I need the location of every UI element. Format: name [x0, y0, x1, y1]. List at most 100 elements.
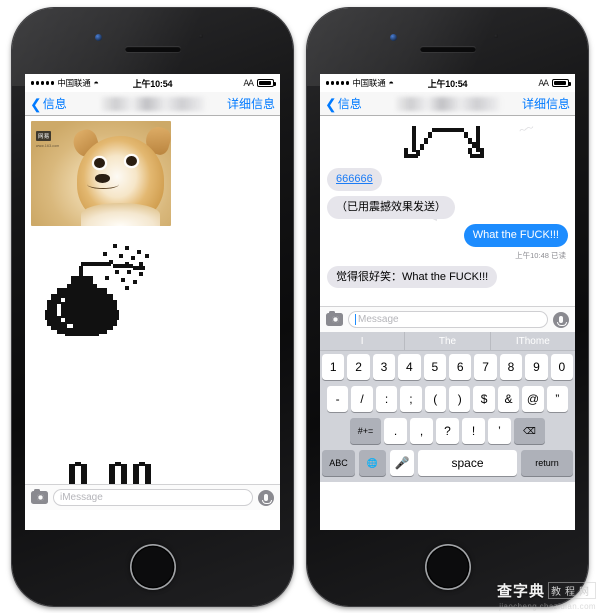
key-symbols-shift[interactable]: #+=: [350, 418, 381, 444]
key-apostrophe[interactable]: ’: [488, 418, 511, 444]
microphone-icon[interactable]: [553, 311, 569, 328]
key-7[interactable]: 7: [474, 354, 497, 380]
key-9[interactable]: 9: [525, 354, 548, 380]
carrier-label: 中国联通: [57, 78, 91, 88]
wifi-icon: ◓: [388, 77, 394, 88]
outgoing-bubble[interactable]: What the FUCK!!!: [463, 223, 568, 247]
bomb-emoji[interactable]: [37, 242, 155, 338]
navigation-bar: ❮ 信息 详细信息: [25, 92, 280, 116]
key-abc[interactable]: ABC: [322, 450, 355, 476]
camera-icon[interactable]: [31, 488, 48, 504]
battery-icon: [257, 79, 276, 87]
delete-key-icon[interactable]: ⌫: [514, 418, 545, 444]
key-6[interactable]: 6: [449, 354, 472, 380]
text-caret: [355, 314, 356, 325]
status-bar-clock: 上午10:54: [427, 78, 468, 89]
key-at[interactable]: @: [522, 386, 544, 412]
cutoff-graphic[interactable]: [57, 454, 177, 484]
back-button[interactable]: ❮ 信息: [325, 95, 362, 112]
earpiece-speaker: [124, 46, 181, 52]
back-button[interactable]: ❮ 信息: [30, 95, 67, 112]
watermark-row: 查字典 教程网: [497, 580, 596, 601]
key-8[interactable]: 8: [499, 354, 523, 380]
key-exclamation[interactable]: !: [462, 418, 485, 444]
conversation-title-redacted: [100, 96, 205, 111]
left-phone: 中国联通 ◓ 上午10:54 Ꜳ ❮ 信息 详细信息 网易 www.163.co…: [12, 8, 293, 606]
doge-eye-left: [94, 157, 105, 168]
watermark-brand: 查字典: [496, 583, 545, 600]
message-row: （已用震撼效果发送）: [327, 195, 568, 219]
key-question[interactable]: ?: [436, 418, 459, 444]
doge-chest: [81, 202, 160, 226]
imessage-input[interactable]: iMessage: [53, 489, 253, 506]
key-paren-close[interactable]: ): [449, 386, 471, 412]
prediction-2[interactable]: The: [405, 331, 491, 351]
signal-strength-icon: [31, 81, 55, 85]
microphone-icon[interactable]: [258, 489, 274, 506]
key-quote[interactable]: ”: [546, 386, 569, 412]
back-button-label: 信息: [42, 97, 67, 111]
bluetooth-icon: Ꜳ: [538, 77, 549, 88]
screenshot-stage: 中国联通 ◓ 上午10:54 Ꜳ ❮ 信息 详细信息 网易 www.163.co…: [0, 0, 600, 613]
status-bar: 中国联通 ◓ 上午10:54 Ꜳ: [25, 74, 280, 92]
status-bar-clock: 上午10:54: [132, 78, 173, 89]
message-input[interactable]: Message: [348, 311, 548, 328]
key-1[interactable]: 1: [321, 354, 345, 380]
wifi-icon: ◓: [93, 77, 99, 88]
prediction-1[interactable]: I: [320, 331, 406, 351]
key-return[interactable]: return: [521, 450, 573, 476]
photo-watermark-box: 网易: [36, 131, 52, 141]
doge-eye-right: [126, 155, 137, 166]
home-button[interactable]: [129, 544, 176, 590]
key-4[interactable]: 4: [398, 354, 421, 380]
key-dollar[interactable]: $: [473, 386, 495, 412]
details-button[interactable]: 详细信息: [227, 95, 275, 112]
keyboard-row-punctuation: #+= . , ? ! ’ ⌫: [320, 415, 575, 447]
key-2[interactable]: 2: [347, 354, 370, 380]
message-link[interactable]: 666666: [336, 173, 373, 185]
right-phone: 中国联通 ◓ 上午10:54 Ꜳ ❮ 信息 详细信息 〜〜 666666 （已用…: [307, 8, 588, 606]
back-button-label: 信息: [337, 97, 362, 111]
key-paren-open[interactable]: (: [424, 386, 446, 412]
conversation-title-redacted: [395, 96, 500, 111]
key-3[interactable]: 3: [372, 354, 396, 380]
camera-icon[interactable]: [326, 310, 343, 326]
message-row: 觉得很好笑：What the FUCK!!!: [327, 265, 568, 289]
key-slash[interactable]: /: [351, 386, 373, 412]
doge-photo-attachment[interactable]: 网易 www.163.com: [31, 121, 171, 226]
earpiece-speaker: [419, 46, 476, 52]
key-space[interactable]: space: [418, 450, 517, 476]
keyboard-row-symbols: - / : ; ( ) $ & @ ”: [320, 383, 575, 415]
pixel-outline-graphic[interactable]: [394, 122, 502, 168]
prediction-3[interactable]: IThome: [491, 332, 575, 351]
proximity-sensor-icon: [493, 34, 498, 38]
message-row: What the FUCK!!!: [327, 223, 568, 247]
chevron-left-icon: ❮: [325, 95, 337, 112]
left-message-input-bar: iMessage: [25, 484, 280, 510]
globe-icon[interactable]: 🌐: [359, 450, 386, 476]
key-hyphen[interactable]: -: [326, 386, 349, 412]
key-0[interactable]: 0: [550, 354, 574, 380]
photo-watermark-url: www.163.com: [36, 144, 60, 148]
status-bar-left: 中国联通 ◓: [31, 77, 99, 89]
details-button[interactable]: 详细信息: [522, 95, 570, 112]
incoming-bubble[interactable]: 觉得很好笑：What the FUCK!!!: [327, 265, 498, 289]
key-5[interactable]: 5: [423, 354, 446, 380]
key-semicolon[interactable]: ;: [400, 386, 422, 412]
microphone-key-icon[interactable]: 🎤: [390, 450, 414, 476]
home-button[interactable]: [424, 544, 471, 590]
photo-watermark: 网易 www.163.com: [36, 125, 59, 148]
incoming-bubble[interactable]: 666666: [327, 168, 382, 191]
key-colon[interactable]: :: [375, 386, 398, 412]
incoming-bubble[interactable]: （已用震撼效果发送）: [327, 195, 455, 219]
key-period[interactable]: .: [384, 418, 407, 444]
key-comma[interactable]: ,: [410, 418, 433, 444]
front-camera-icon: [389, 34, 397, 41]
proximity-sensor-icon: [198, 34, 203, 38]
message-input-placeholder: Message: [358, 314, 399, 325]
keyboard-row-numbers: 1 2 3 4 5 6 7 8 9 0: [320, 351, 575, 383]
right-message-input-bar: Message: [320, 306, 575, 332]
battery-icon: [552, 79, 571, 87]
key-ampersand[interactable]: &: [497, 386, 520, 412]
imessage-input-placeholder: iMessage: [60, 492, 103, 503]
